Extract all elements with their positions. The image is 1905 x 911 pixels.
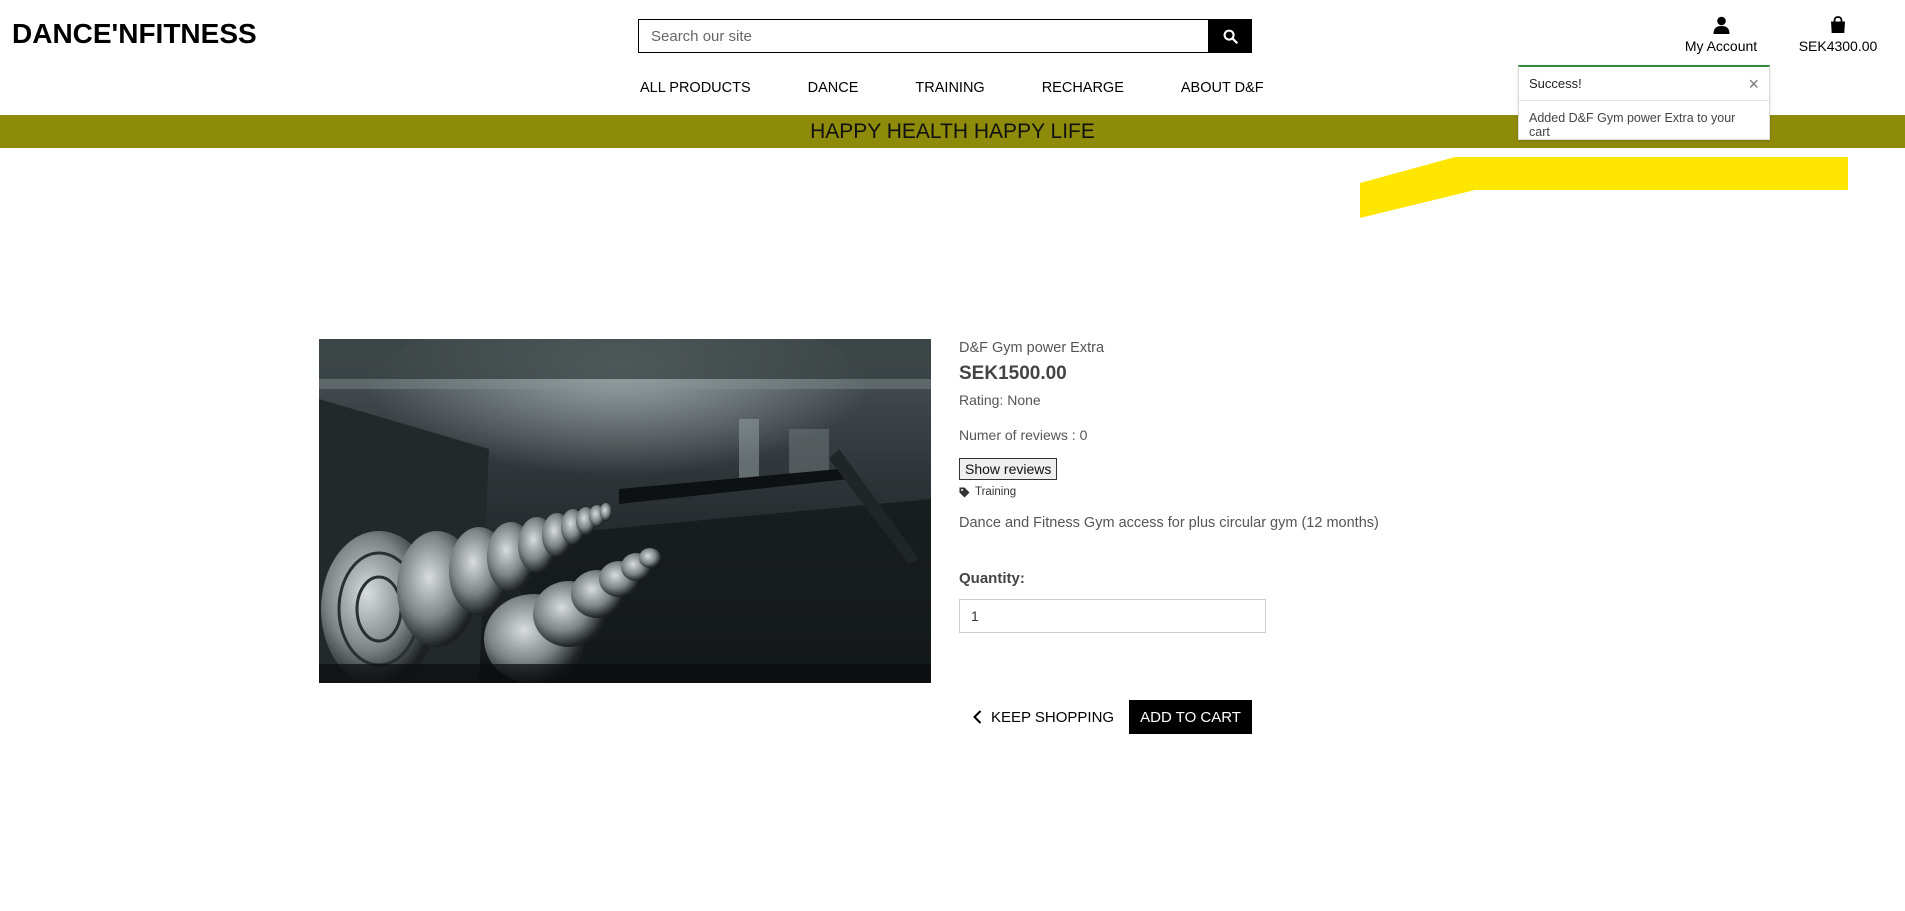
quantity-label: Quantity: xyxy=(959,570,1025,587)
my-account-link[interactable]: My Account xyxy=(1683,14,1759,54)
close-icon[interactable]: × xyxy=(1748,75,1759,93)
product-price: SEK1500.00 xyxy=(959,363,1067,384)
nav-recharge[interactable]: RECHARGE xyxy=(1042,80,1124,96)
main-nav: ALL PRODUCTS DANCE TRAINING RECHARGE ABO… xyxy=(640,80,1264,96)
category-tag[interactable]: Training xyxy=(959,486,1459,498)
product-rating: Rating: None xyxy=(959,392,1041,408)
product-image xyxy=(319,339,931,683)
my-account-label: My Account xyxy=(1684,38,1758,54)
keep-shopping-link[interactable]: KEEP SHOPPING xyxy=(973,709,1114,726)
search-button[interactable] xyxy=(1208,19,1252,53)
toast-message: Added D&F Gym power Extra to your cart xyxy=(1529,111,1736,139)
nav-dance[interactable]: DANCE xyxy=(808,80,859,96)
shopping-bag-icon xyxy=(1831,16,1845,33)
cart-total: SEK4300.00 xyxy=(1798,38,1878,54)
search-icon xyxy=(1223,29,1238,44)
product-details: D&F Gym power Extra SEK1500.00 Rating: N… xyxy=(959,340,1459,633)
site-logo[interactable]: DANCE'NFITNESS xyxy=(12,18,257,50)
highlight-stroke xyxy=(1360,157,1848,218)
success-toast: Success! × Added D&F Gym power Extra to … xyxy=(1518,65,1770,140)
keep-shopping-label: KEEP SHOPPING xyxy=(991,708,1115,726)
search-bar xyxy=(638,19,1252,53)
toast-header: Success! × xyxy=(1519,67,1769,101)
search-input[interactable] xyxy=(638,19,1208,53)
nav-about[interactable]: ABOUT D&F xyxy=(1181,80,1264,96)
toast-title: Success! xyxy=(1529,76,1582,91)
add-to-cart-button[interactable]: ADD TO CART xyxy=(1129,700,1252,734)
nav-training[interactable]: TRAINING xyxy=(915,80,984,96)
reviews-count: Numer of reviews : 0 xyxy=(959,427,1088,443)
user-icon xyxy=(1713,16,1729,34)
product-description: Dance and Fitness Gym access for plus ci… xyxy=(959,515,1379,531)
quantity-input[interactable] xyxy=(959,599,1266,633)
nav-all-products[interactable]: ALL PRODUCTS xyxy=(640,80,751,96)
tag-icon xyxy=(959,486,970,498)
show-reviews-button[interactable]: Show reviews xyxy=(959,458,1058,480)
gym-dumbbells-image xyxy=(319,339,931,683)
category-label: Training xyxy=(975,486,1017,498)
product-name: D&F Gym power Extra xyxy=(959,340,1105,356)
chevron-left-icon xyxy=(973,710,982,724)
shopping-cart-link[interactable]: SEK4300.00 xyxy=(1795,14,1881,54)
product-actions: KEEP SHOPPING ADD TO CART xyxy=(973,700,1252,734)
